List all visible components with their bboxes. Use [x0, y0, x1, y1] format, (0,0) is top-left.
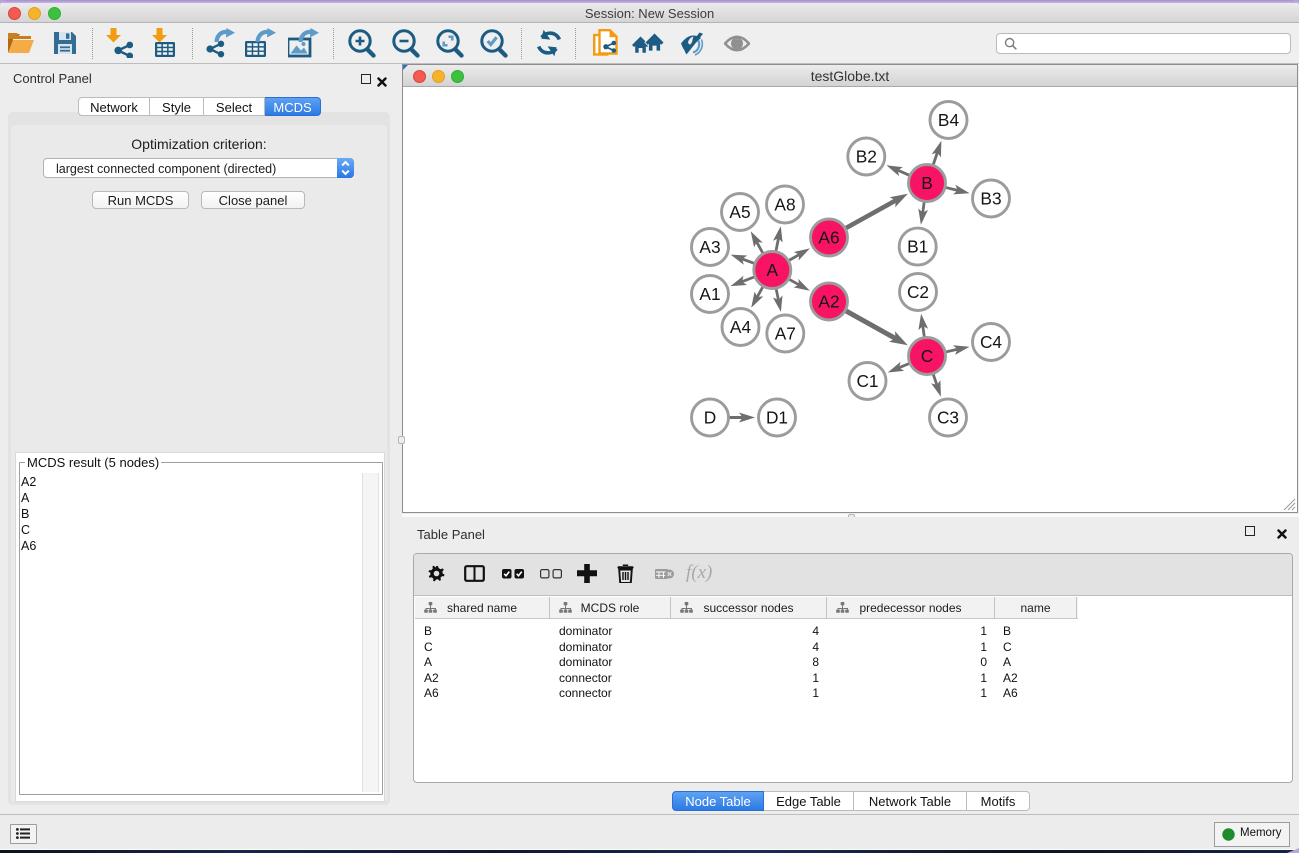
svg-text:A: A — [767, 260, 779, 280]
svg-text:A4: A4 — [730, 317, 752, 337]
svg-text:C1: C1 — [856, 371, 878, 391]
svg-text:A3: A3 — [699, 237, 720, 257]
svg-text:D: D — [704, 407, 716, 427]
svg-text:A6: A6 — [818, 227, 839, 247]
svg-text:B1: B1 — [907, 236, 928, 256]
svg-text:A1: A1 — [699, 284, 720, 304]
svg-text:A5: A5 — [729, 202, 750, 222]
svg-text:B2: B2 — [856, 146, 877, 166]
svg-text:C3: C3 — [937, 407, 959, 427]
svg-text:B4: B4 — [938, 110, 960, 130]
svg-text:C4: C4 — [980, 332, 1002, 352]
svg-text:B3: B3 — [980, 188, 1001, 208]
svg-text:D1: D1 — [766, 407, 788, 427]
svg-text:A2: A2 — [818, 291, 839, 311]
svg-text:C2: C2 — [907, 282, 929, 302]
svg-text:B: B — [921, 173, 933, 193]
svg-text:A8: A8 — [774, 194, 795, 214]
svg-text:C: C — [921, 346, 933, 366]
svg-text:A7: A7 — [775, 323, 796, 343]
